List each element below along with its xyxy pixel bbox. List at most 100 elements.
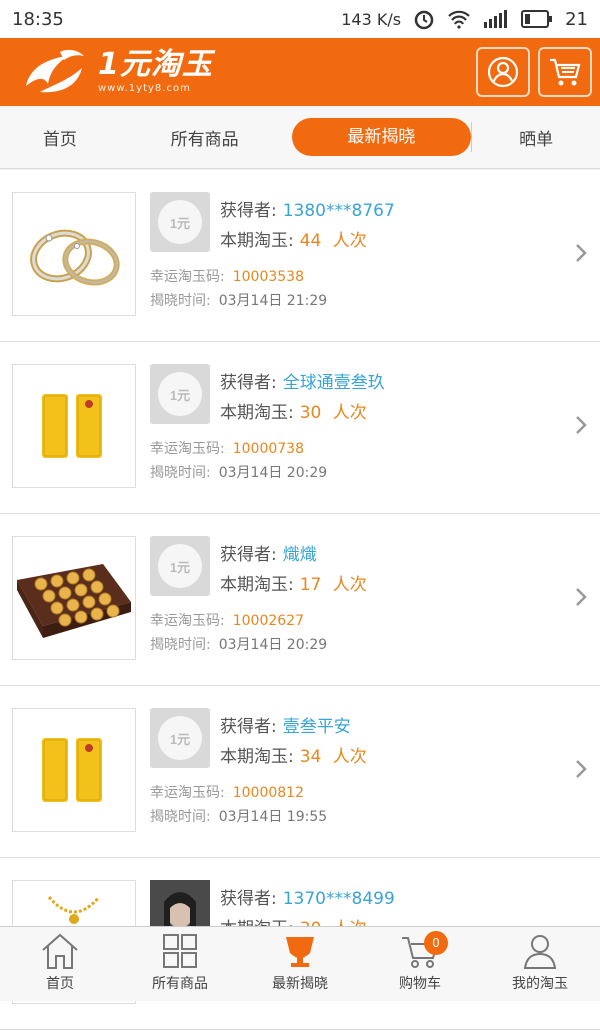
gift-box-image: [17, 564, 131, 638]
nav-cart[interactable]: 0 购物车: [360, 927, 480, 1001]
chevron-right-icon[interactable]: [574, 586, 588, 608]
person-icon: [523, 935, 557, 969]
winner-name[interactable]: 全球通壹叁玖: [283, 373, 385, 393]
user-icon: [487, 56, 519, 88]
gold-bars-image: [42, 738, 102, 802]
tab-latest-reveals[interactable]: 最新揭晓: [291, 118, 472, 156]
nav-cart-label: 购物车: [399, 976, 441, 992]
status-icons: 143 K/s 21: [341, 8, 588, 30]
period-label: 本期淘玉:: [220, 231, 294, 251]
participation-count: 44: [299, 231, 322, 251]
trophy-icon: [286, 937, 314, 967]
avatar: 1元: [150, 364, 210, 424]
count-unit: 人次: [332, 747, 367, 767]
reveal-time: 03月14日 21:29: [218, 293, 328, 309]
list-item[interactable]: 1元 获得者: 熾熾 本期淘玉: 17 人次 幸运淘玉码: 10002627 揭晓时间…: [0, 514, 600, 686]
network-speed: 143 K/s: [341, 9, 402, 29]
reveal-time-label: 揭晓时间:: [150, 465, 211, 481]
count-unit: 人次: [332, 231, 367, 251]
svg-text:1元: 1元: [170, 732, 190, 747]
participation-count: 30: [299, 403, 322, 423]
period-label: 本期淘玉:: [220, 403, 294, 423]
winner-label: 获得者:: [220, 545, 277, 565]
nav-latest-reveals-label: 最新揭晓: [272, 976, 328, 992]
nav-latest-reveals[interactable]: 最新揭晓: [240, 927, 360, 1001]
reveal-time-label: 揭晓时间:: [150, 637, 211, 653]
chevron-right-icon[interactable]: [574, 414, 588, 436]
battery-level: 21: [565, 8, 588, 30]
avatar: 1元: [150, 708, 210, 768]
svg-text:1元: 1元: [170, 388, 190, 403]
bottom-nav: 首页 所有商品 最新揭晓 0 购物车 我的淘玉: [0, 926, 600, 1001]
avatar: 1元: [150, 192, 210, 252]
period-label: 本期淘玉:: [220, 575, 294, 595]
winner-name[interactable]: 熾熾: [283, 545, 317, 565]
winner-label: 获得者:: [220, 201, 277, 221]
battery-icon: [521, 10, 553, 28]
lucky-code: 10000812: [232, 785, 304, 801]
participation-count: 34: [299, 747, 322, 767]
signal-icon: [484, 10, 508, 28]
category-tabs: 首页 所有商品 最新揭晓 晒单: [0, 106, 600, 169]
product-image: [12, 364, 136, 488]
winner-name[interactable]: 壹叁平安: [283, 717, 351, 737]
cart-button[interactable]: [538, 47, 592, 97]
user-button[interactable]: [476, 47, 530, 97]
tab-showcase[interactable]: 晒单: [472, 125, 600, 150]
rings-image: [30, 229, 120, 286]
nav-mine[interactable]: 我的淘玉: [480, 927, 600, 1001]
product-image: [12, 192, 136, 316]
chevron-right-icon[interactable]: [574, 758, 588, 780]
reveal-time: 03月14日 19:55: [218, 809, 328, 825]
default-avatar-icon: 1元: [158, 200, 202, 244]
status-bar: 18:35 143 K/s 21: [0, 0, 600, 38]
list-item[interactable]: 1元 获得者: 全球通壹叁玖 本期淘玉: 30 人次 幸运淘玉码: 10000738 …: [0, 342, 600, 514]
avatar: 1元: [150, 536, 210, 596]
app-header: 1元淘玉 www.1yty8.com: [0, 38, 600, 106]
lucky-code: 10002627: [232, 613, 304, 629]
lucky-code-label: 幸运淘玉码:: [150, 269, 225, 285]
nav-home-label: 首页: [46, 976, 74, 992]
tab-all-products[interactable]: 所有商品: [120, 125, 290, 150]
chevron-right-icon[interactable]: [574, 242, 588, 264]
default-avatar-icon: 1元: [158, 716, 202, 760]
winner-label: 获得者:: [220, 889, 277, 909]
default-avatar-icon: 1元: [158, 544, 202, 588]
grid-icon: [163, 934, 197, 968]
list-item[interactable]: 1元 获得者: 1380***8767 本期淘玉: 44 人次 幸运淘玉码: 1000…: [0, 170, 600, 342]
logo-url: www.1yty8.com: [98, 83, 191, 94]
nav-all-products[interactable]: 所有商品: [120, 927, 240, 1001]
brand-logo[interactable]: 1元淘玉 www.1yty8.com: [20, 46, 213, 98]
reveal-time-label: 揭晓时间:: [150, 293, 211, 309]
tab-home[interactable]: 首页: [0, 125, 120, 150]
cart-icon: [550, 58, 581, 86]
lucky-code-label: 幸运淘玉码:: [150, 785, 225, 801]
winner-label: 获得者:: [220, 717, 277, 737]
alarm-icon: [414, 10, 434, 30]
svg-text:1元: 1元: [170, 560, 190, 575]
participation-count: 17: [299, 575, 322, 595]
nav-home[interactable]: 首页: [0, 927, 120, 1001]
winner-name[interactable]: 1370***8499: [283, 889, 395, 909]
bird-logo-icon: [26, 49, 84, 93]
home-icon: [42, 933, 78, 969]
reveal-list: 1元 获得者: 1380***8767 本期淘玉: 44 人次 幸运淘玉码: 1000…: [0, 170, 600, 1030]
count-unit: 人次: [332, 575, 367, 595]
reveal-time: 03月14日 20:29: [218, 465, 328, 481]
lucky-code-label: 幸运淘玉码:: [150, 441, 225, 457]
period-label: 本期淘玉:: [220, 747, 294, 767]
lucky-code-label: 幸运淘玉码:: [150, 613, 225, 629]
svg-text:1元: 1元: [170, 216, 190, 231]
winner-name[interactable]: 1380***8767: [283, 201, 395, 221]
list-item[interactable]: 1元 获得者: 壹叁平安 本期淘玉: 34 人次 幸运淘玉码: 10000812 揭晓…: [0, 686, 600, 858]
count-unit: 人次: [332, 403, 367, 423]
reveal-time: 03月14日 20:29: [218, 637, 328, 653]
reveal-time-label: 揭晓时间:: [150, 809, 211, 825]
lucky-code: 10000738: [232, 441, 304, 457]
product-image: [12, 708, 136, 832]
default-avatar-icon: 1元: [158, 372, 202, 416]
nav-mine-label: 我的淘玉: [512, 976, 568, 992]
product-image: [12, 536, 136, 660]
status-time: 18:35: [12, 8, 64, 30]
lucky-code: 10003538: [232, 269, 304, 285]
